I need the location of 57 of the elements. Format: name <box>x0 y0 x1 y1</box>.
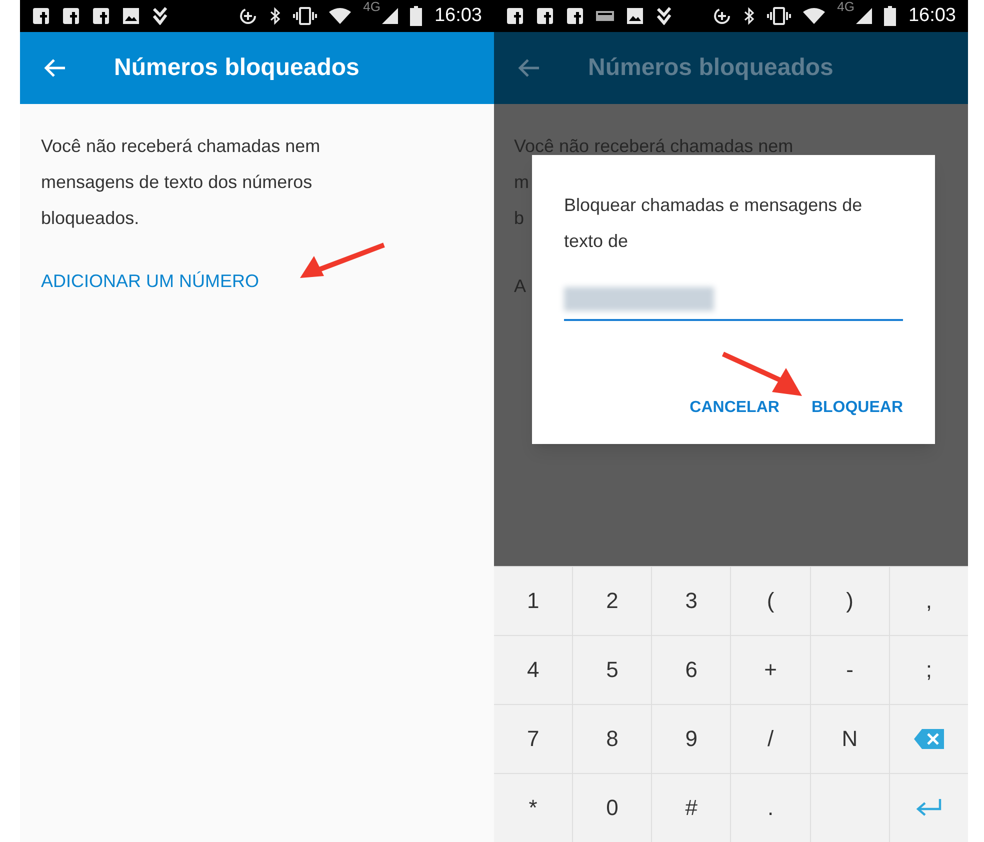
dialog-button[interactable]: CANCELAR <box>690 388 780 428</box>
keyboard-key[interactable]: . <box>731 774 810 842</box>
keyboard-key[interactable]: 8 <box>573 704 652 773</box>
image-icon <box>122 7 140 25</box>
keyboard-key[interactable]: ( <box>731 566 810 635</box>
app-notification-icon <box>62 7 80 25</box>
backspace-icon <box>912 728 945 750</box>
keyboard-key[interactable]: # <box>652 774 730 842</box>
network-type: 4G <box>837 0 854 13</box>
wifi-icon <box>329 7 352 25</box>
bluetooth-icon <box>269 7 282 25</box>
keyboard-key[interactable]: 6 <box>652 636 730 704</box>
app-notification-icon <box>566 6 584 25</box>
keyboard-key[interactable]: N <box>810 704 889 773</box>
bluetooth-icon <box>743 6 756 25</box>
keyboard-key[interactable]: - <box>810 636 889 704</box>
keyboard-key[interactable]: ; <box>890 636 968 704</box>
backspace-key[interactable] <box>890 704 968 773</box>
battery-icon <box>410 6 422 26</box>
app-notification-icon <box>506 6 524 25</box>
enter-icon <box>914 796 943 819</box>
battery-icon <box>884 6 896 26</box>
back-arrow-icon[interactable] <box>518 58 540 78</box>
description-text: Você não receberá chamadas nem mensagens de texto dos números bloqueados. <box>41 135 322 230</box>
vibrate-icon <box>293 7 318 25</box>
clock: 16:03 <box>908 4 956 28</box>
keyboard-key[interactable]: ) <box>810 566 889 635</box>
add-number-link[interactable]: ADICIONAR UM NÚMERO <box>41 268 473 295</box>
keyboard-key[interactable]: 0 <box>573 774 652 842</box>
signal-icon <box>382 8 398 24</box>
screen-title: Números bloqueados <box>114 53 360 83</box>
data-saver-icon <box>713 6 732 25</box>
screen-title: Números bloqueados <box>588 52 834 83</box>
keyboard-key[interactable]: 1 <box>494 566 572 635</box>
keyboard-key[interactable]: / <box>731 704 810 773</box>
dialog-message: Bloquear chamadas e mensagens de texto de <box>564 194 864 253</box>
keyboard-key[interactable]: * <box>494 774 572 842</box>
image-icon <box>626 6 644 25</box>
keyboard-key[interactable]: 5 <box>573 636 652 704</box>
signal-icon <box>856 8 872 24</box>
dialog-button[interactable]: BLOQUEAR <box>811 388 903 428</box>
wifi-icon <box>803 6 826 25</box>
app-notification-icon <box>536 6 554 25</box>
network-type: 4G <box>363 0 380 13</box>
keyboard-key[interactable]: 4 <box>494 636 572 704</box>
vibrate-icon <box>767 6 792 25</box>
app-notification-icon <box>32 7 50 25</box>
keyboard-key[interactable]: 3 <box>652 566 730 635</box>
clock: 16:03 <box>434 4 482 28</box>
keyboard-key[interactable]: 2 <box>573 566 652 635</box>
data-saver-icon <box>239 7 258 25</box>
app-notification-icon <box>92 7 110 25</box>
keyboard-key[interactable]: + <box>731 636 810 704</box>
keyboard-key[interactable]: 7 <box>494 704 572 773</box>
keyboard-icon <box>596 10 614 21</box>
keyboard-key[interactable]: 9 <box>652 704 730 773</box>
keyboard-key[interactable]: , <box>890 566 968 635</box>
